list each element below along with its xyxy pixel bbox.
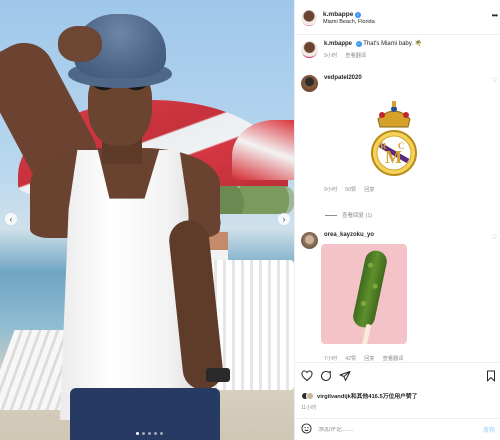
hand <box>58 26 102 62</box>
comment-icon[interactable] <box>320 370 332 382</box>
post-comment-button[interactable]: 发布 <box>483 425 495 434</box>
real-madrid-crest: M R C <box>371 100 417 176</box>
pickle-sticker <box>321 244 407 344</box>
view-replies-label[interactable]: 查看回复 (1) <box>342 211 372 219</box>
likes-text[interactable]: virgilvandijk和其他416.5万位用户赞了 <box>317 391 418 400</box>
wristwatch <box>206 368 230 382</box>
post-photo[interactable]: ‹ › <box>0 0 294 440</box>
caption-time: 9小时 <box>324 52 338 59</box>
carousel-dots <box>136 432 163 435</box>
carousel-dot <box>148 432 151 435</box>
caption-username[interactable]: k.mbappe <box>324 41 352 47</box>
post-timestamp: 11小时 <box>301 405 317 411</box>
comment-image: M R C <box>324 83 497 183</box>
view-replies-link[interactable]: 查看回复 (1) <box>325 211 372 219</box>
post-header: k.mbappe ✓ Miami Beach, Florida ••• <box>301 7 498 29</box>
commenter-username[interactable]: vedpatel2020 <box>324 75 497 83</box>
comment-likes[interactable]: 50赞 <box>345 187 356 194</box>
carousel-dot <box>154 432 157 435</box>
liker-avatar <box>306 391 314 400</box>
post-side-panel: k.mbappe ✓ Miami Beach, Florida ••• k.mb… <box>294 0 500 440</box>
main-subject <box>0 0 294 440</box>
comment-like-heart-icon[interactable]: ♡ <box>492 234 497 241</box>
post-caption: k.mbappe ✓ That's Miami baby. 🌴 9小时 查看翻译 <box>301 41 497 60</box>
add-comment-input[interactable] <box>318 426 483 433</box>
verified-badge-icon: ✓ <box>355 11 362 18</box>
actions-divider <box>295 362 500 363</box>
header-divider <box>295 34 500 35</box>
caption-avatar[interactable] <box>301 41 318 58</box>
post-location[interactable]: Miami Beach, Florida <box>323 19 375 25</box>
comment-like-heart-icon[interactable]: ♡ <box>492 77 497 84</box>
commenter-avatar[interactable] <box>301 232 318 249</box>
svg-text:C: C <box>398 141 405 151</box>
comment-time: 9小时 <box>324 186 338 193</box>
heart-icon[interactable] <box>301 370 313 382</box>
share-icon[interactable] <box>339 370 351 382</box>
commenter-username[interactable]: orea_kayzoku_yo <box>324 232 497 240</box>
author-username[interactable]: k.mbappe <box>323 11 353 18</box>
emoji-icon[interactable] <box>301 421 312 439</box>
caption-translate-link[interactable]: 查看翻译 <box>345 53 366 60</box>
replies-line <box>325 214 337 216</box>
likes-summary[interactable]: virgilvandijk和其他416.5万位用户赞了 <box>301 391 497 400</box>
caption-text: That's Miami baby. 🌴 <box>363 41 423 47</box>
carousel-dot <box>142 432 145 435</box>
comment-item: vedpatel2020 M R C 9小时 50赞 回复 ♡ <box>301 75 497 194</box>
more-options-icon[interactable]: ••• <box>492 11 498 20</box>
liker-avatars <box>301 391 314 400</box>
author-avatar[interactable] <box>301 10 317 26</box>
pickle-image <box>351 248 389 330</box>
add-comment-bar: 发布 <box>295 418 500 440</box>
svg-text:R: R <box>380 141 387 151</box>
commenter-avatar[interactable] <box>301 75 318 92</box>
carousel-dot <box>160 432 163 435</box>
carousel-prev-button[interactable]: ‹ <box>5 213 17 225</box>
carousel-next-button[interactable]: › <box>278 213 290 225</box>
bookmark-icon[interactable] <box>485 370 497 382</box>
author-username-link[interactable]: k.mbappe ✓ <box>323 11 375 18</box>
verified-badge-icon: ✓ <box>355 41 362 47</box>
comment-reply-link[interactable]: 回复 <box>364 187 374 194</box>
post-actions <box>301 368 497 384</box>
carousel-dot <box>136 432 139 435</box>
